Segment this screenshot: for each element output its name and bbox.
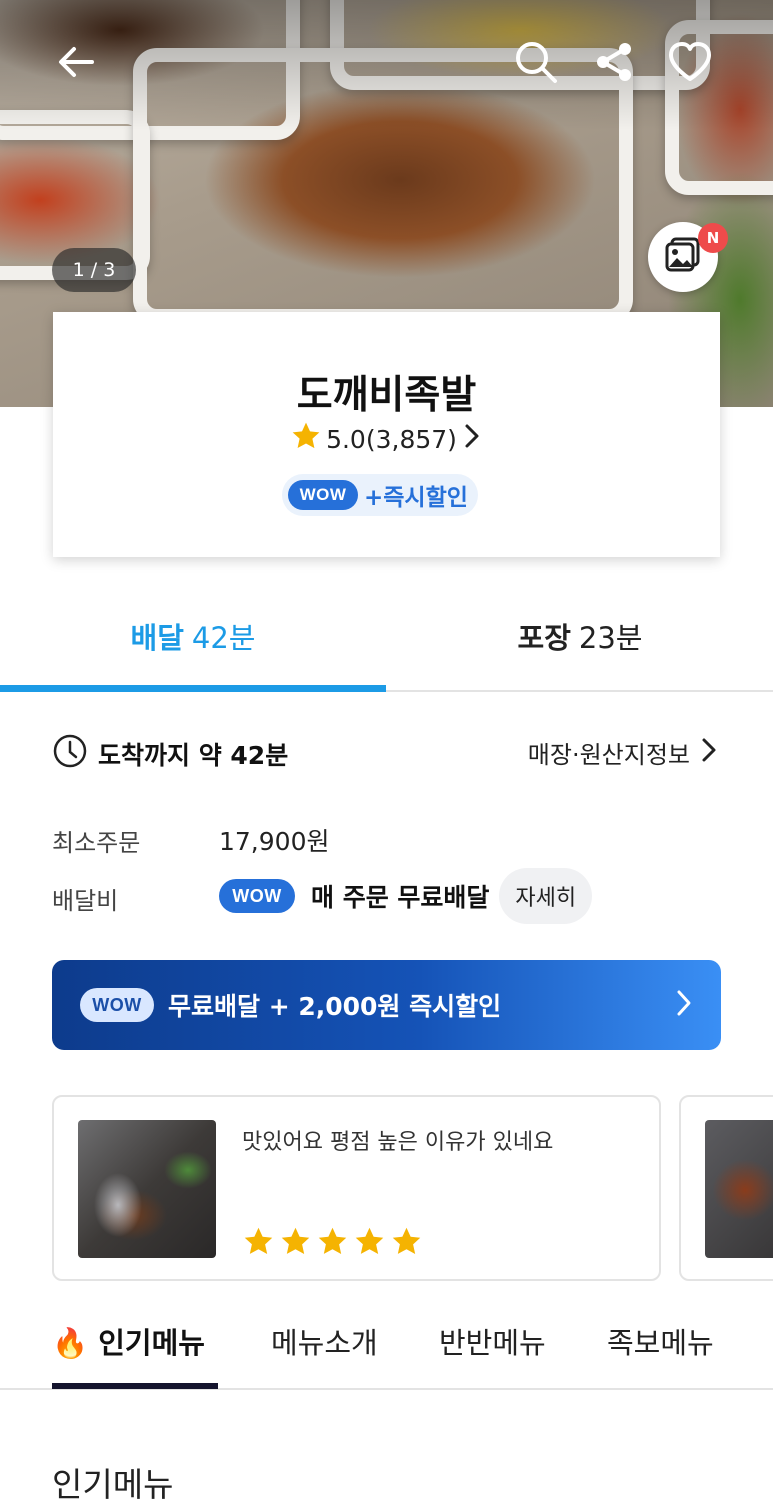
- order-type-tabs: 배달 42분 포장 23분: [0, 582, 773, 692]
- review-card[interactable]: 맛있어요 평점 높은 이유가 있네요: [52, 1095, 661, 1281]
- wow-badge: WOW: [219, 879, 295, 913]
- tab-pickup[interactable]: 포장 23분: [387, 582, 773, 690]
- heart-icon[interactable]: [666, 38, 714, 86]
- section-title: 인기메뉴: [52, 1465, 174, 1504]
- review-card[interactable]: [679, 1095, 773, 1281]
- star-icon: [318, 1227, 347, 1255]
- tab-delivery[interactable]: 배달 42분: [0, 582, 386, 690]
- arrival-text: 도착까지 약 42분: [98, 741, 289, 770]
- arrival-time: 도착까지 약 42분: [52, 733, 288, 775]
- store-info-card: 도깨비족발 5.0(3,857) WOW +즉시할인: [53, 312, 720, 557]
- wow-badge: WOW: [80, 988, 154, 1022]
- star-icon: [355, 1227, 384, 1255]
- photo-review-icon: [664, 237, 702, 277]
- star-icon: [392, 1227, 421, 1255]
- review-text: 맛있어요 평점 높은 이유가 있네요: [242, 1130, 554, 1155]
- min-order-label: 최소주문: [52, 829, 141, 857]
- wow-promo-banner[interactable]: WOW 무료배달 + 2,000원 즉시할인: [52, 960, 721, 1050]
- photo-counter: 1 / 3: [52, 248, 136, 292]
- new-badge: N: [698, 223, 728, 253]
- wow-discount-chip: WOW +즉시할인: [282, 474, 478, 516]
- menu-category-tabs: 🔥 인기메뉴 메뉴소개 반반메뉴 족보메뉴: [0, 1308, 773, 1390]
- delivery-fee-detail-button[interactable]: 자세히: [499, 868, 593, 924]
- chevron-right-icon: [675, 989, 693, 1021]
- tab-pickup-label: 포장: [517, 621, 571, 655]
- delivery-fee-row: WOW 매 주문 무료배달 자세히: [219, 868, 593, 924]
- delivery-fee-text: 매 주문 무료배달: [311, 883, 490, 912]
- delivery-fee-label: 배달비: [52, 887, 119, 915]
- review-photo: [705, 1120, 773, 1258]
- review-photo: [78, 1120, 216, 1258]
- store-origin-info-link[interactable]: 매장·원산지정보: [528, 735, 718, 770]
- fire-icon: 🔥: [52, 1326, 89, 1360]
- rating-link[interactable]: 5.0(3,857): [53, 420, 720, 458]
- tab-pickup-time: 23분: [578, 621, 643, 655]
- star-icon: [281, 1227, 310, 1255]
- tab-delivery-time: 42분: [191, 621, 256, 655]
- tab-delivery-label: 배달: [130, 621, 184, 655]
- tab-popular-menu[interactable]: 🔥 인기메뉴: [52, 1320, 205, 1362]
- chevron-right-icon: [461, 423, 483, 455]
- origin-link-label: 매장·원산지정보: [527, 741, 690, 769]
- chevron-right-icon: [700, 737, 718, 769]
- promo-text: 무료배달 + 2,000원 즉시할인: [168, 992, 502, 1021]
- menu-tab-active-indicator: [52, 1383, 218, 1389]
- star-icon: [244, 1227, 273, 1255]
- back-arrow-icon[interactable]: [52, 38, 100, 86]
- wow-benefit-text: +즉시할인: [364, 485, 468, 511]
- clock-icon: [52, 733, 88, 775]
- rating-value: 5.0(3,857): [326, 424, 457, 454]
- tab-popular-menu-label: 인기메뉴: [98, 1326, 205, 1360]
- store-name: 도깨비족발: [296, 373, 477, 418]
- tab-jokbo-menu[interactable]: 족보메뉴: [607, 1320, 714, 1362]
- share-icon[interactable]: [590, 38, 638, 86]
- min-order-value: 17,900원: [219, 827, 330, 856]
- search-icon[interactable]: [512, 38, 560, 86]
- review-stars: [242, 1225, 423, 1258]
- tab-menu-intro[interactable]: 메뉴소개: [271, 1320, 378, 1362]
- tab-active-indicator: [0, 685, 386, 692]
- tab-half-half-menu[interactable]: 반반메뉴: [439, 1320, 546, 1362]
- wow-badge: WOW: [288, 480, 358, 510]
- star-icon: [290, 420, 322, 458]
